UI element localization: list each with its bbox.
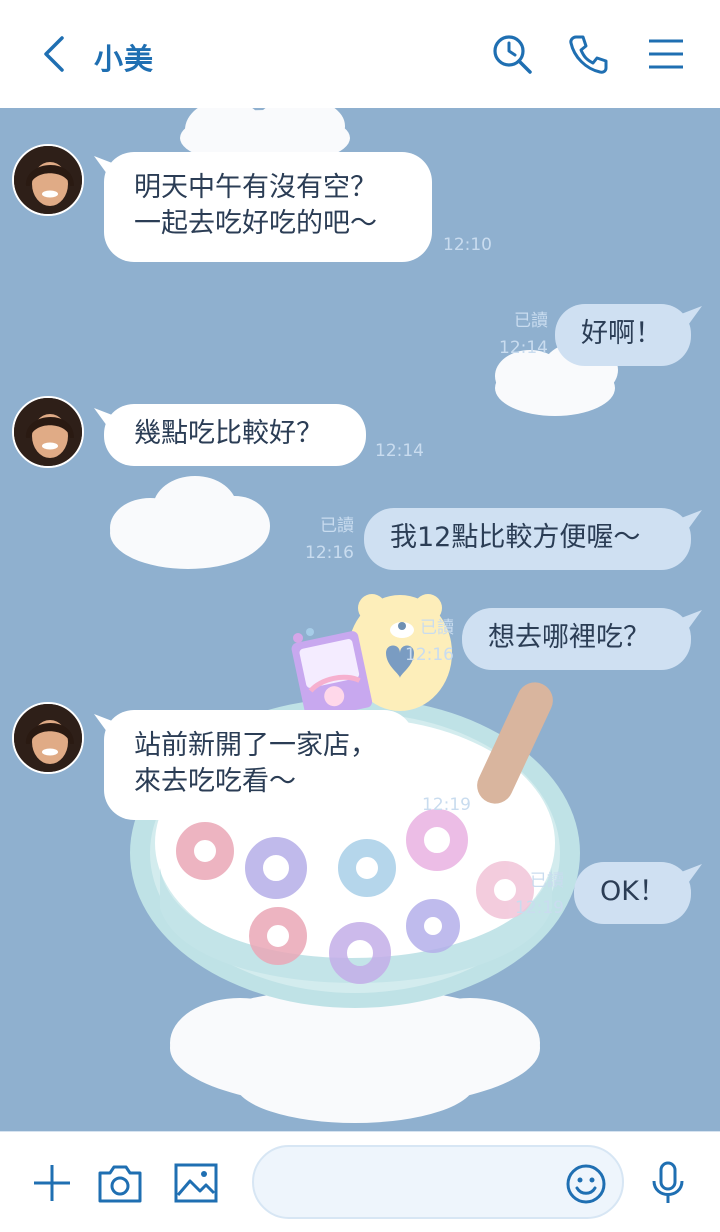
bubble-tail [676,864,702,886]
message-time: 12:19 [515,898,564,918]
read-receipt: 已讀 [514,311,548,331]
read-receipt: 已讀 [320,516,354,536]
phone-icon[interactable] [566,32,610,76]
message-time: 12:19 [422,795,471,815]
contact-avatar[interactable] [12,702,84,774]
message-time: 12:16 [305,543,354,563]
chat-area[interactable]: 明天中午有沒有空？ 一起去吃好吃的吧～ 12:10 已讀 12:14 好啊！ 幾… [0,108,720,1131]
bubble-tail [676,610,702,632]
message-bubble-incoming[interactable]: 明天中午有沒有空？ 一起去吃好吃的吧～ [104,152,432,262]
message-input-bar [0,1131,720,1232]
message-input[interactable] [252,1145,624,1219]
message-time: 12:14 [375,441,424,461]
read-receipt: 已讀 [530,871,564,891]
read-receipt: 已讀 [420,618,454,638]
message-time: 12:16 [405,645,454,665]
message-bubble-outgoing[interactable]: 好啊！ [555,304,691,366]
message-bubble-outgoing[interactable]: 我12點比較方便喔～ [364,508,691,570]
bubble-tail [676,306,702,328]
microphone-icon[interactable] [644,1159,692,1207]
message-bubble-outgoing[interactable]: 想去哪裡吃？ [462,608,691,670]
contact-avatar[interactable] [12,396,84,468]
message-time: 12:14 [499,338,548,358]
back-chevron-icon[interactable] [36,34,72,74]
plus-icon[interactable] [28,1159,76,1207]
search-history-icon[interactable] [490,32,534,76]
chat-title[interactable]: 小美 [94,36,154,78]
message-time: 12:10 [443,235,492,255]
chat-header: 小美 [0,0,720,108]
emoji-icon[interactable] [564,1162,608,1206]
contact-avatar[interactable] [12,144,84,216]
image-icon[interactable] [172,1159,220,1207]
bubble-tail [676,510,702,532]
message-bubble-outgoing[interactable]: OK！ [574,862,691,924]
menu-icon[interactable] [644,32,688,76]
message-bubble-incoming[interactable]: 站前新開了一家店， 來去吃吃看～ [104,710,414,820]
camera-icon[interactable] [96,1159,144,1207]
message-bubble-incoming[interactable]: 幾點吃比較好？ [104,404,366,466]
